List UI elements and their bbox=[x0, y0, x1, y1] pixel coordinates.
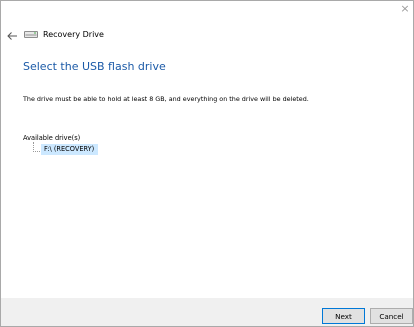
usb-drive-icon bbox=[24, 31, 38, 38]
back-button[interactable] bbox=[6, 27, 18, 40]
cancel-button[interactable]: Cancel bbox=[370, 308, 413, 324]
page-heading: Select the USB flash drive bbox=[23, 60, 166, 73]
recovery-drive-window: × Recovery Drive Select the USB flash dr… bbox=[0, 0, 414, 327]
window-title: Recovery Drive bbox=[43, 29, 104, 39]
tree-connector bbox=[33, 142, 40, 152]
title-bar: Recovery Drive bbox=[24, 27, 104, 41]
next-button[interactable]: Next bbox=[322, 308, 365, 324]
footer-bar: Next Cancel bbox=[1, 298, 413, 326]
available-drives-label: Available drive(s) bbox=[23, 134, 81, 142]
close-button[interactable]: × bbox=[399, 3, 411, 15]
description-text: The drive must be able to hold at least … bbox=[23, 95, 309, 103]
close-icon: × bbox=[400, 2, 410, 15]
back-arrow-icon bbox=[7, 32, 17, 40]
drive-list-item[interactable]: F:\ (RECOVERY) bbox=[41, 144, 99, 155]
